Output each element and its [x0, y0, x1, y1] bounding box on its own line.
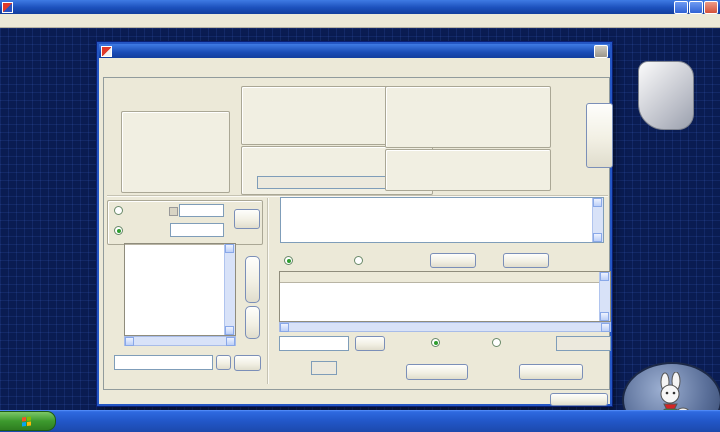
send-time-input[interactable]: [556, 336, 611, 351]
preset-phrase-radio[interactable]: [284, 256, 296, 265]
scroll-down-icon[interactable]: [600, 312, 609, 321]
target-group: [107, 200, 263, 245]
company-name-input[interactable]: [179, 204, 224, 217]
company-lock-checkbox[interactable]: [169, 207, 178, 216]
radio-icon: [492, 338, 501, 347]
browse-button[interactable]: [216, 355, 231, 370]
dialog-icon: [101, 45, 112, 57]
import-path-input[interactable]: [114, 355, 213, 370]
scroll-right-icon[interactable]: [601, 323, 610, 332]
content-textarea[interactable]: [280, 197, 604, 243]
phrase-vscrollbar[interactable]: [599, 272, 610, 321]
app-icon: [2, 1, 13, 13]
close-button[interactable]: [704, 0, 718, 14]
sms-dialog: [96, 41, 613, 407]
menubar: [0, 14, 720, 28]
send-button[interactable]: [519, 364, 583, 380]
content-vscrollbar[interactable]: [592, 198, 603, 242]
screen: [0, 0, 720, 432]
timed-send-radio[interactable]: [492, 338, 504, 347]
phrase-table-header: [280, 272, 599, 283]
confirm-button[interactable]: [234, 209, 260, 229]
delete-button[interactable]: [245, 256, 260, 303]
taskbar: [0, 410, 720, 432]
save-phrase-button[interactable]: [503, 253, 549, 268]
scroll-up-icon[interactable]: [593, 198, 602, 207]
tab-strip: [103, 60, 610, 78]
dialog-close-icon[interactable]: [594, 44, 608, 58]
windows-logo-icon: [21, 416, 31, 426]
brand-logo: [638, 61, 694, 130]
send-number-input[interactable]: [170, 223, 224, 237]
scroll-left-icon[interactable]: [125, 337, 134, 346]
import-button[interactable]: [234, 355, 261, 371]
send-list-header: [125, 244, 224, 245]
phrase-search-input[interactable]: [279, 336, 349, 351]
tab-page-enterprise-sms: [103, 77, 613, 390]
scroll-down-icon[interactable]: [593, 233, 602, 242]
phrase-hscrollbar[interactable]: [279, 322, 611, 332]
phrase-table[interactable]: [279, 271, 611, 322]
system-tray: [710, 412, 718, 430]
send-list-hscrollbar[interactable]: [124, 336, 236, 346]
radio-icon: [114, 226, 123, 235]
scroll-down-icon[interactable]: [225, 326, 234, 335]
clear-button[interactable]: [245, 306, 260, 339]
exit-button[interactable]: [550, 393, 608, 406]
test-button[interactable]: [406, 364, 468, 380]
company-name-radio[interactable]: [114, 206, 126, 215]
send-number-radio[interactable]: [114, 226, 126, 235]
search-button[interactable]: [355, 336, 385, 351]
scroll-up-icon[interactable]: [225, 244, 234, 253]
scroll-left-icon[interactable]: [280, 323, 289, 332]
send-type-group: [121, 111, 230, 193]
minimize-button[interactable]: [674, 0, 688, 14]
filter-send-numbers-button[interactable]: [586, 103, 613, 168]
status-group: [385, 149, 551, 191]
task-number-input: [311, 361, 337, 375]
send-list-vscrollbar[interactable]: [224, 244, 235, 335]
start-button[interactable]: [0, 411, 56, 431]
app-titlebar: [0, 0, 720, 14]
send-list-table[interactable]: [124, 243, 236, 336]
custom-phrase-radio[interactable]: [354, 256, 366, 265]
radio-icon: [431, 338, 440, 347]
dialog-titlebar[interactable]: [99, 44, 610, 58]
maximize-button[interactable]: [689, 0, 703, 14]
radio-icon: [284, 256, 293, 265]
scroll-up-icon[interactable]: [600, 272, 609, 281]
scroll-right-icon[interactable]: [226, 337, 235, 346]
select-fields-group: [385, 86, 551, 148]
load-phrase-button[interactable]: [430, 253, 476, 268]
content-text: [281, 198, 592, 242]
radio-icon: [354, 256, 363, 265]
instant-send-radio[interactable]: [431, 338, 443, 347]
radio-icon: [114, 206, 123, 215]
